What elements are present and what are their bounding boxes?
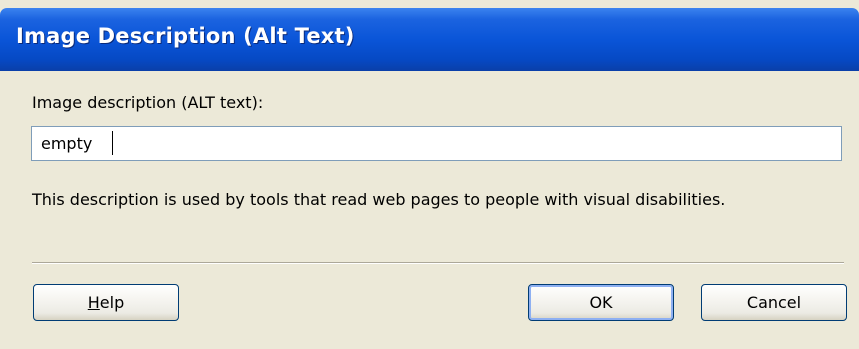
alt-text-input[interactable] [31, 126, 842, 161]
text-caret [112, 131, 113, 155]
description-help-text: This description is used by tools that r… [32, 190, 726, 209]
ok-button[interactable]: OK [528, 284, 674, 321]
dialog-title: Image Description (Alt Text) [16, 24, 355, 48]
separator-line [32, 262, 844, 264]
title-bar[interactable]: Image Description (Alt Text) [0, 8, 859, 71]
image-description-dialog: Image Description (Alt Text) Image descr… [0, 0, 859, 349]
alt-text-label: Image description (ALT text): [32, 93, 264, 112]
help-button-label: elp [99, 293, 125, 312]
help-button[interactable]: Help [33, 284, 179, 321]
cancel-button-label: Cancel [746, 293, 802, 312]
help-button-mnemonic: H [87, 293, 100, 312]
ok-button-label: OK [589, 293, 613, 312]
cancel-button[interactable]: Cancel [701, 284, 847, 321]
